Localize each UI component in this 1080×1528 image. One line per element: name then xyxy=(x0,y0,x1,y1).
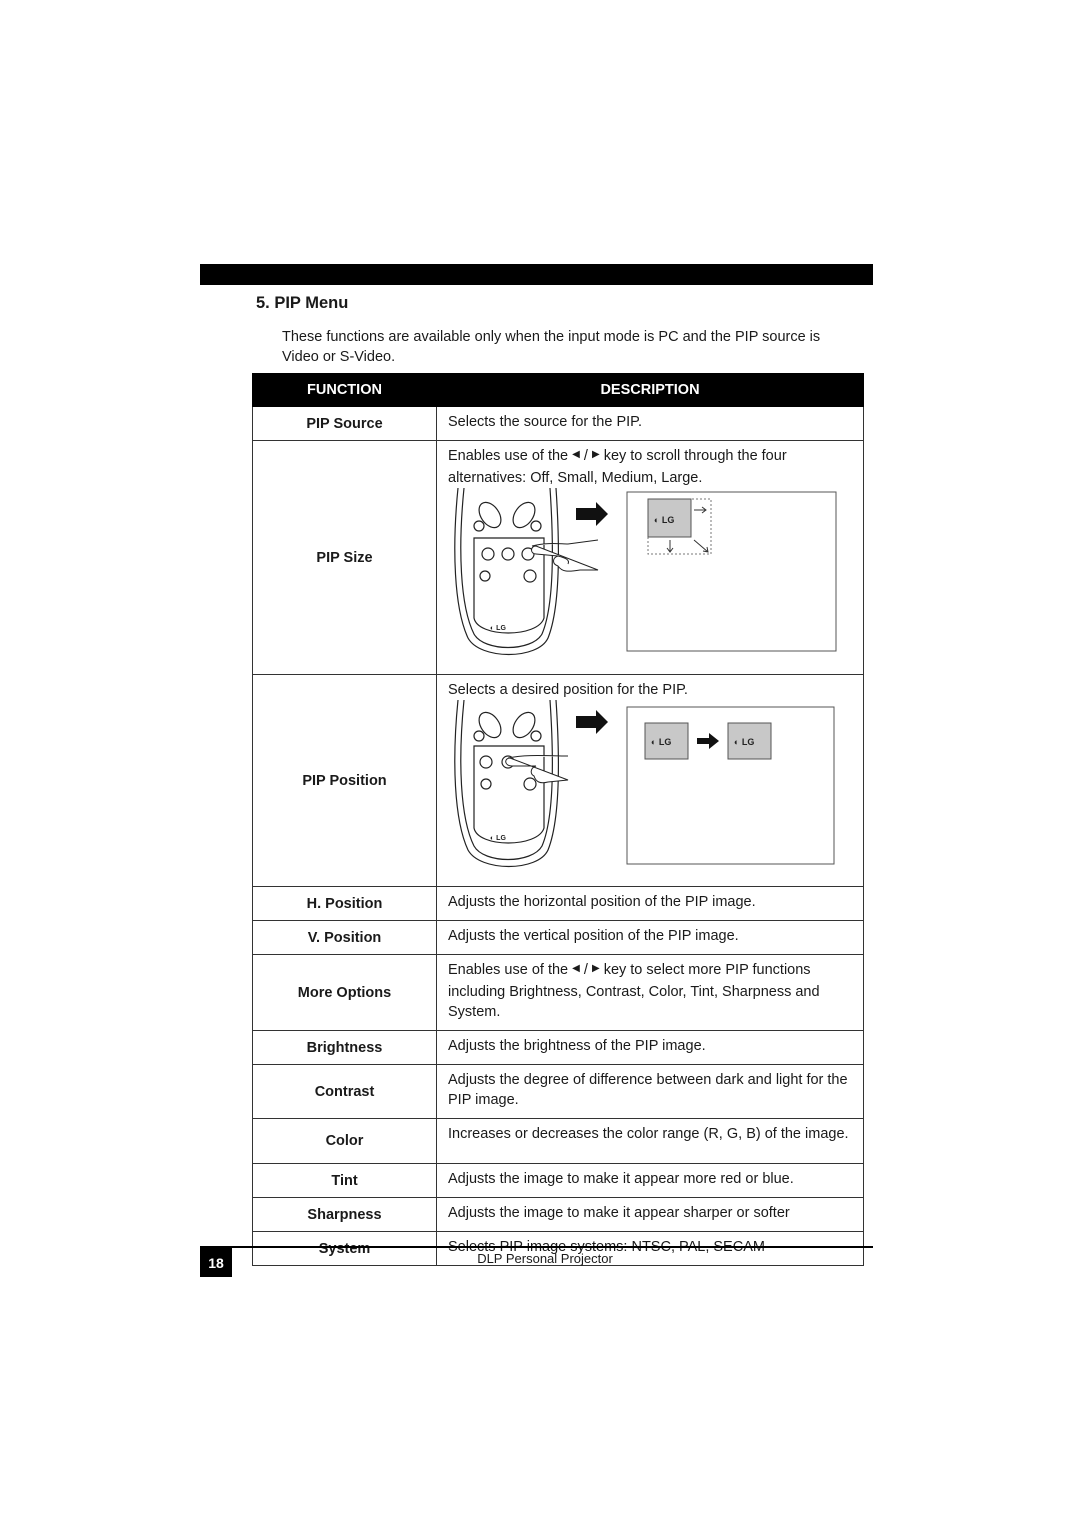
table-row: Tint Adjusts the image to make it appear… xyxy=(252,1163,864,1198)
page-number: 18 xyxy=(200,1248,232,1277)
function-name: V. Position xyxy=(252,920,437,955)
table-row: More Options Enables use of the ◀ / ▶ ke… xyxy=(252,954,864,1031)
intro-paragraph: These functions are available only when … xyxy=(282,329,821,365)
table-row: Sharpness Adjusts the image to make it a… xyxy=(252,1197,864,1232)
right-arrow-icon xyxy=(576,502,608,526)
function-name: PIP Position xyxy=(252,674,437,887)
function-description: Adjusts the degree of difference between… xyxy=(436,1064,864,1119)
table-row: Brightness Adjusts the brightness of the… xyxy=(252,1030,864,1065)
left-arrow-key-icon: ◀ xyxy=(572,963,580,974)
pip-size-illustration: ◐ LG ◐ LG xyxy=(448,488,853,666)
pip-position-illustration: ◐ LG ◐ LG ◐ LG xyxy=(448,700,853,878)
function-description: Adjusts the vertical position of the PIP… xyxy=(436,920,864,955)
table-row: V. Position Adjusts the vertical positio… xyxy=(252,920,864,955)
function-description: Enables use of the ◀ / ▶ key to scroll t… xyxy=(436,440,864,675)
header-description: DESCRIPTION xyxy=(436,373,864,407)
pip-lg-logo-icon: ◐ LG xyxy=(734,737,754,747)
function-description: Selects a desired position for the PIP. xyxy=(436,674,864,887)
pointing-hand-icon xyxy=(531,539,599,572)
function-name: Sharpness xyxy=(252,1197,437,1232)
pip-position-diagram: ◐ LG ◐ LG ◐ LG xyxy=(454,700,835,867)
function-name: Tint xyxy=(252,1163,437,1198)
pip-function-table: FUNCTION DESCRIPTION PIP Source Selects … xyxy=(252,373,864,1266)
header-function: FUNCTION xyxy=(252,373,437,407)
function-description: Enables use of the ◀ / ▶ key to select m… xyxy=(436,954,864,1031)
function-name: Color xyxy=(252,1118,437,1164)
function-description: Adjusts the image to make it appear shar… xyxy=(436,1197,864,1232)
right-arrow-key-icon: ▶ xyxy=(591,449,600,460)
table-row: Color Increases or decreases the color r… xyxy=(252,1118,864,1164)
header-bar xyxy=(200,264,873,285)
table-row: Contrast Adjusts the degree of differenc… xyxy=(252,1064,864,1119)
remote-control-icon xyxy=(454,700,559,867)
function-description: Adjusts the horizontal position of the P… xyxy=(436,886,864,921)
pip-size-diagram: ◐ LG ◐ LG xyxy=(454,488,837,655)
description-text: Enables use of the ◀ / ▶ key to scroll t… xyxy=(448,446,853,488)
pip-lg-logo-icon: ◐ LG xyxy=(651,737,671,747)
left-arrow-key-icon: ◀ xyxy=(572,449,580,460)
table-row: PIP Size Enables use of the ◀ / ▶ key to… xyxy=(252,440,864,675)
table-header-row: FUNCTION DESCRIPTION xyxy=(252,373,864,407)
table-row: PIP Source Selects the source for the PI… xyxy=(252,406,864,441)
right-arrow-key-icon: ▶ xyxy=(591,963,600,974)
function-name: More Options xyxy=(252,954,437,1031)
remote-control-icon xyxy=(454,488,559,655)
function-name: Contrast xyxy=(252,1064,437,1119)
footer-rule xyxy=(200,1246,873,1248)
function-name: PIP Size xyxy=(252,440,437,675)
function-description: Adjusts the image to make it appear more… xyxy=(436,1163,864,1198)
function-name: PIP Source xyxy=(252,406,437,441)
table-row: H. Position Adjusts the horizontal posit… xyxy=(252,886,864,921)
pip-lg-logo-icon: ◐ LG xyxy=(654,515,674,525)
footer-title: DLP Personal Projector xyxy=(477,1251,613,1266)
table-row: PIP Position Selects a desired position … xyxy=(252,674,864,887)
function-description: Increases or decreases the color range (… xyxy=(436,1118,864,1164)
section-title: 5. PIP Menu xyxy=(256,294,349,312)
lg-logo-icon: ◐ LG xyxy=(490,625,506,632)
function-name: Brightness xyxy=(252,1030,437,1065)
function-description: Selects the source for the PIP. xyxy=(436,406,864,441)
description-text: Selects a desired position for the PIP. xyxy=(448,682,688,698)
lg-logo-icon: ◐ LG xyxy=(490,835,506,842)
function-name: H. Position xyxy=(252,886,437,921)
function-description: Adjusts the brightness of the PIP image. xyxy=(436,1030,864,1065)
right-arrow-icon xyxy=(576,710,608,734)
